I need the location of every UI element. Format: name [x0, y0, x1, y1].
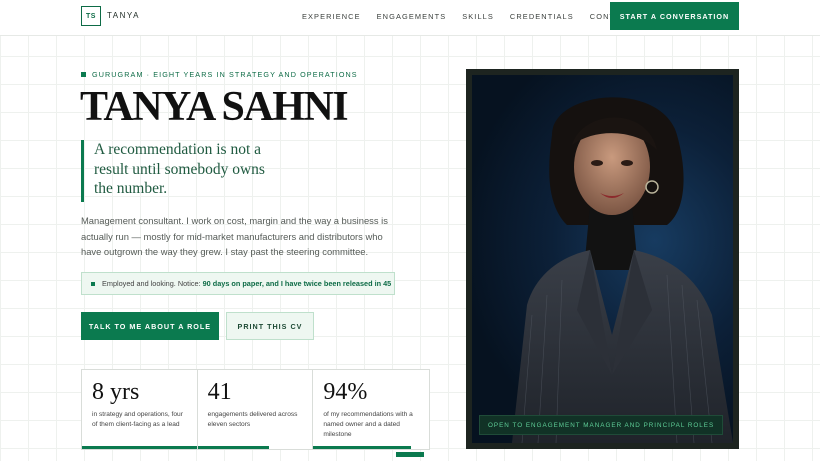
stat-description: in strategy and operations, four of them…	[92, 411, 183, 428]
portrait-frame: OPEN TO ENGAGEMENT MANAGER AND PRINCIPAL…	[466, 69, 739, 449]
stat-card: 41 engagements delivered across eleven s…	[197, 370, 314, 449]
stat-value: 94%	[323, 379, 368, 405]
stat-bar	[197, 446, 269, 449]
top-nav: TS TANYA EXPERIENCE ENGAGEMENTS SKILLS C…	[0, 0, 820, 36]
stat-card: 94% of my recommendations with a named o…	[313, 370, 429, 449]
notice-prefix: Employed and looking. Notice:	[102, 279, 201, 288]
stat-value: 8 yrs	[92, 379, 140, 405]
stat-value: 41	[207, 379, 232, 405]
eyebrow-square-icon	[81, 72, 86, 77]
stat-bar	[313, 446, 411, 449]
stats-panel: 8 yrs in strategy and operations, four o…	[81, 369, 430, 450]
logo-name[interactable]: TANYA	[107, 11, 140, 20]
eyebrow: GURUGRAM · EIGHT YEARS IN STRATEGY AND O…	[81, 70, 358, 79]
availability-badge: OPEN TO ENGAGEMENT MANAGER AND PRINCIPAL…	[479, 415, 724, 435]
nav-link-engagements[interactable]: ENGAGEMENTS	[377, 12, 447, 21]
notice-emphasis: 90 days on paper, and I have twice been …	[202, 279, 392, 288]
print-cv-button[interactable]: PRINT THIS CV	[226, 312, 314, 340]
availability-notice: Employed and looking. Notice: 90 days on…	[81, 272, 395, 295]
page-title: TANYA SAHNI	[80, 84, 349, 130]
portrait-illustration	[512, 97, 733, 443]
eyebrow-text: GURUGRAM · EIGHT YEARS IN STRATEGY AND O…	[92, 70, 358, 79]
notice-dot-icon	[91, 281, 95, 286]
nav-link-skills[interactable]: SKILLS	[462, 12, 494, 21]
logo-mark[interactable]: TS	[81, 6, 101, 26]
pull-quote: A recommendation is not a result until s…	[81, 140, 281, 202]
stat-description: engagements delivered across eleven sect…	[207, 411, 298, 428]
stat-description: of my recommendations with a named owner…	[323, 411, 413, 438]
talk-about-role-button[interactable]: TALK TO ME ABOUT A ROLE	[81, 312, 219, 340]
start-conversation-button[interactable]: START A CONVERSATION	[610, 2, 739, 30]
portrait-photo: OPEN TO ENGAGEMENT MANAGER AND PRINCIPAL…	[472, 75, 733, 443]
notice-text: Employed and looking. Notice: 90 days on…	[102, 279, 391, 288]
nav-links: EXPERIENCE ENGAGEMENTS SKILLS CREDENTIAL…	[302, 12, 633, 21]
nav-link-credentials[interactable]: CREDENTIALS	[510, 12, 574, 21]
stat-bar	[82, 446, 197, 449]
stat-card: 8 yrs in strategy and operations, four o…	[82, 370, 198, 449]
bio-paragraph: Management consultant. I work on cost, m…	[81, 215, 388, 257]
scroll-indicator	[396, 452, 424, 457]
nav-link-experience[interactable]: EXPERIENCE	[302, 12, 361, 21]
